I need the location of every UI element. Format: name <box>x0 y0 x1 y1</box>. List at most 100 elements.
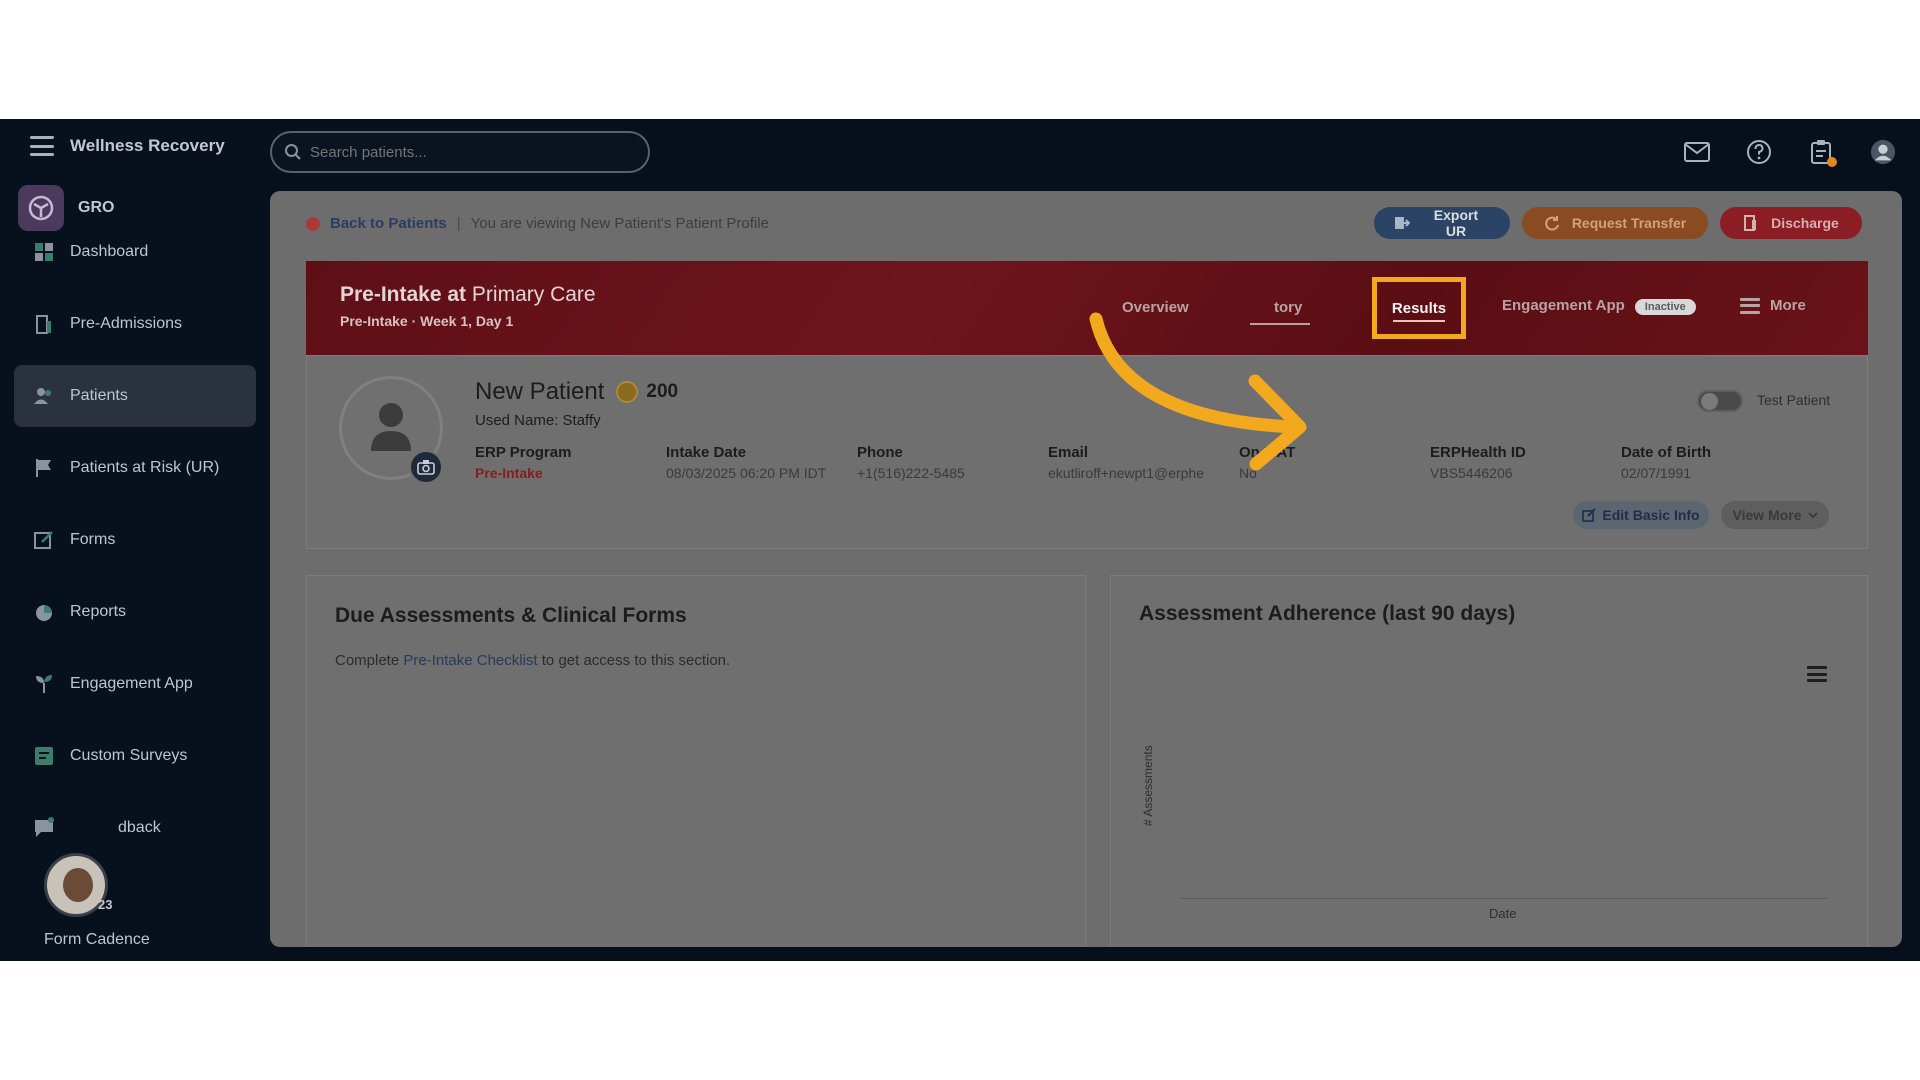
adherence-title: Assessment Adherence (last 90 days) <box>1139 602 1516 625</box>
breadcrumb: Back to Patients | You are viewing New P… <box>306 215 769 232</box>
chart-x-axis-line <box>1181 898 1827 899</box>
edit-basic-info-label: Edit Basic Info <box>1602 507 1700 523</box>
back-arrow-icon[interactable] <box>306 216 320 231</box>
coin-icon <box>616 381 639 403</box>
sidebar-item-patients-at-risk[interactable]: Patients at Risk (UR) <box>14 437 256 499</box>
toggle-knob <box>1701 393 1718 410</box>
tab-results[interactable]: Results <box>1372 277 1466 339</box>
main-content: Back to Patients | You are viewing New P… <box>270 191 1902 947</box>
sidebar-item-pre-admissions[interactable]: Pre-Admissions <box>14 293 256 355</box>
refresh-icon <box>1545 216 1559 231</box>
camera-icon[interactable] <box>409 450 443 484</box>
sidebar-item-label: Pre-Admissions <box>70 315 183 332</box>
sidebar-item-label: dback <box>118 819 161 836</box>
inactive-badge: Inactive <box>1634 299 1696 315</box>
sidebar-item-reports[interactable]: Reports <box>14 581 256 643</box>
due-text-before: Complete <box>335 652 400 669</box>
due-assessments-card: Due Assessments & Clinical Forms Complet… <box>306 575 1086 947</box>
sidebar-item-label: Dashboard <box>70 243 149 260</box>
field-label: Phone <box>857 444 903 461</box>
sidebar-item-label: Patients <box>70 387 128 404</box>
dashboard-icon <box>32 240 56 264</box>
user-avatar-icon[interactable] <box>1870 139 1896 165</box>
help-icon[interactable] <box>1746 139 1772 165</box>
back-to-patients-link[interactable]: Back to Patients <box>330 215 447 232</box>
breadcrumb-separator: | <box>456 215 461 232</box>
field-erphealth-id: ERPHealth ID VBS5446206 <box>1430 444 1610 481</box>
request-transfer-button[interactable]: Request Transfer <box>1522 207 1708 239</box>
sidebar: Wellness Recovery GRO Dashboard Pre-Admi… <box>0 119 270 961</box>
test-patient-label: Test Patient <box>1757 392 1831 408</box>
field-label: ERPHealth ID <box>1430 444 1526 461</box>
due-text-after: to get access to this section. <box>541 652 731 669</box>
door-icon <box>32 312 56 336</box>
flag-icon <box>32 456 56 480</box>
chevron-down-icon <box>1807 512 1818 519</box>
mail-icon[interactable] <box>1684 139 1710 165</box>
assessment-adherence-card: Assessment Adherence (last 90 days) # As… <box>1110 575 1868 947</box>
due-assessments-title: Due Assessments & Clinical Forms <box>335 604 687 627</box>
sprout-icon <box>32 672 56 696</box>
sidebar-item-label: Reports <box>70 603 127 620</box>
tab-engagement-app[interactable]: Engagement App Inactive <box>1502 297 1696 315</box>
export-ur-label: Export UR <box>1433 207 1479 239</box>
sidebar-item-engagement-app[interactable]: Engagement App <box>14 653 256 715</box>
banner-title-location: Primary Care <box>471 283 596 306</box>
patient-name-row: New Patient 200 <box>475 378 678 406</box>
banner-title-bold: Pre-Intake at <box>340 283 467 306</box>
field-phone: Phone +1(516)222-5485 <box>857 444 1037 481</box>
export-ur-button[interactable]: Export UR <box>1374 207 1510 239</box>
menu-icon <box>1740 297 1760 314</box>
edit-basic-info-button[interactable]: Edit Basic Info <box>1573 501 1709 529</box>
sidebar-item-feedback[interactable]: dback <box>14 797 256 859</box>
sidebar-item-patients[interactable]: Patients <box>14 365 256 427</box>
sidebar-item-label: Forms <box>70 531 116 548</box>
export-icon <box>1394 217 1410 229</box>
field-intake-date: Intake Date 08/03/2025 06:20 PM IDT <box>666 444 846 481</box>
due-assessments-text: Complete Pre-Intake Checklist to get acc… <box>335 652 730 669</box>
field-value: +1(516)222-5485 <box>857 465 965 481</box>
search-input[interactable] <box>310 143 630 161</box>
chart-menu-icon[interactable] <box>1807 666 1827 682</box>
tutorial-arrow-icon <box>1089 312 1307 471</box>
request-transfer-label: Request Transfer <box>1571 215 1687 231</box>
sidebar-item-label: Patients at Risk (UR) <box>70 459 220 476</box>
tab-more[interactable]: More <box>1740 297 1806 314</box>
field-value: 02/07/1991 <box>1621 465 1692 481</box>
feedback-icon <box>32 816 56 840</box>
hamburger-menu-icon[interactable] <box>30 136 54 156</box>
banner-title: Pre-Intake at Primary Care <box>340 283 596 307</box>
pre-intake-checklist-link[interactable]: Pre-Intake Checklist <box>403 652 537 669</box>
sidebar-item-forms[interactable]: Forms <box>14 509 256 571</box>
sidebar-item-dashboard[interactable]: Dashboard <box>14 221 256 283</box>
avatar-count-badge: 23 <box>98 897 113 912</box>
search-bar[interactable] <box>270 131 650 173</box>
sidebar-item-label: Custom Surveys <box>70 747 188 764</box>
brand-name: Wellness Recovery <box>70 136 225 155</box>
view-more-button[interactable]: View More <box>1721 501 1829 529</box>
edit-icon <box>1582 508 1597 522</box>
sidebar-item-custom-surveys[interactable]: Custom Surveys <box>14 725 256 787</box>
test-patient-toggle[interactable] <box>1697 390 1743 412</box>
app-window: Wellness Recovery GRO Dashboard Pre-Admi… <box>0 119 1920 961</box>
patient-used-name: Used Name: Staffy <box>475 412 601 429</box>
topbar-icons <box>1684 139 1896 167</box>
field-erp-program: ERP Program Pre-Intake <box>475 444 655 481</box>
survey-icon <box>32 744 56 768</box>
tab-engagement-label: Engagement App <box>1502 297 1625 314</box>
users-icon <box>32 384 56 408</box>
field-label: Date of Birth <box>1621 444 1711 461</box>
field-label: Intake Date <box>666 444 747 461</box>
door-exit-icon <box>1744 215 1757 231</box>
notification-dot <box>1827 157 1837 167</box>
sidebar-item-label: Engagement App <box>70 675 193 692</box>
chart-y-axis-label: # Assessments <box>1141 745 1155 826</box>
discharge-label: Discharge <box>1771 215 1839 231</box>
discharge-button[interactable]: Discharge <box>1720 207 1862 239</box>
sidebar-item-form-cadence[interactable]: Form Cadence <box>44 931 150 949</box>
org-name: GRO <box>78 199 115 216</box>
field-date-of-birth: Date of Birth 02/07/1991 <box>1621 444 1801 481</box>
field-value: 08/03/2025 06:20 PM IDT <box>666 465 827 481</box>
clipboard-icon[interactable] <box>1808 139 1837 167</box>
breadcrumb-context: You are viewing New Patient's Patient Pr… <box>470 215 769 232</box>
